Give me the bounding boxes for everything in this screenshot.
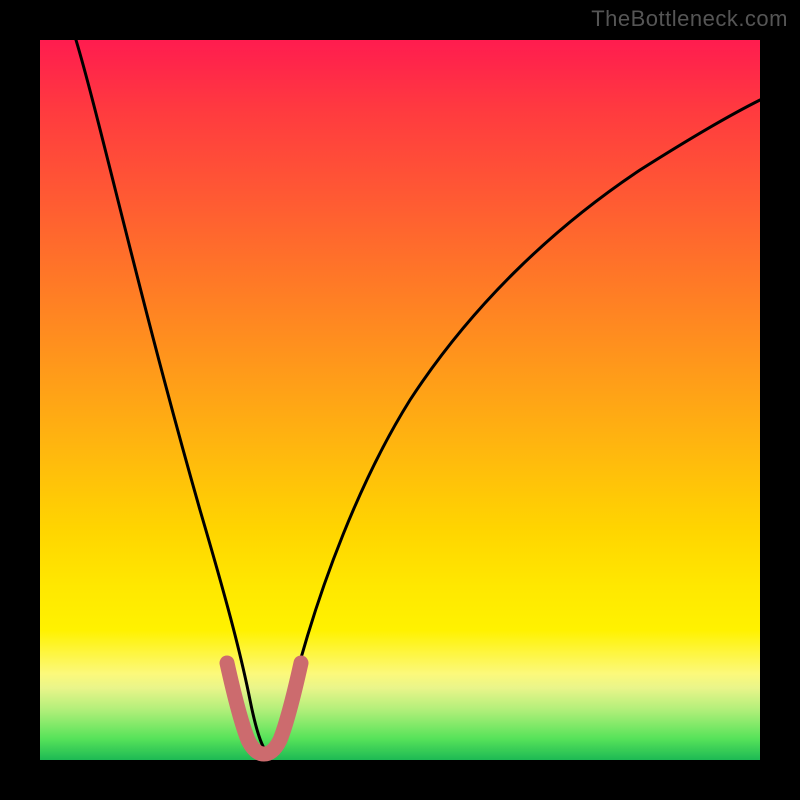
chart-svg [40,40,760,760]
sweet-spot-marker [227,663,301,754]
chart-frame: TheBottleneck.com [0,0,800,800]
plot-area [40,40,760,760]
watermark-text: TheBottleneck.com [591,6,788,32]
bottleneck-curve [76,40,760,752]
